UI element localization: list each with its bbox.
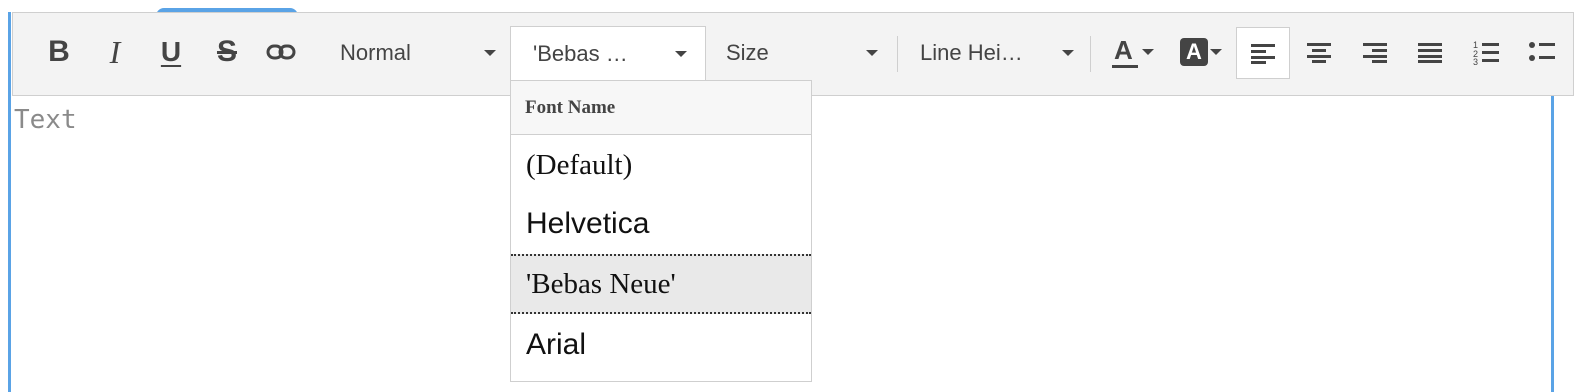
chevron-down-icon	[675, 50, 687, 57]
font-option-helvetica[interactable]: Helvetica	[511, 194, 811, 254]
ordered-list-button[interactable]: 1 2 3	[1462, 26, 1510, 78]
ordered-list-icon: 1 2 3	[1473, 40, 1499, 65]
size-select-label: Size	[726, 40, 769, 65]
line-height-select-label: Line Hei…	[920, 40, 1023, 65]
line-height-select[interactable]: Line Hei…	[920, 26, 1074, 80]
font-color-button[interactable]: A	[1106, 26, 1158, 78]
toolbar-divider	[897, 36, 898, 72]
align-center-button[interactable]	[1294, 26, 1344, 78]
align-right-icon	[1363, 43, 1387, 63]
font-option-default[interactable]: (Default)	[511, 135, 811, 195]
unordered-list-icon	[1529, 42, 1555, 61]
size-select[interactable]: Size	[726, 26, 878, 80]
align-left-icon	[1251, 44, 1275, 64]
underline-button[interactable]: U	[152, 26, 190, 78]
align-center-icon	[1307, 43, 1331, 63]
background-color-button[interactable]: A	[1176, 26, 1226, 78]
font-color-icon: A	[1110, 35, 1140, 69]
font-color-glyph: A	[1114, 35, 1133, 65]
toolbar-divider	[1090, 36, 1091, 72]
link-button[interactable]	[262, 26, 300, 78]
align-left-button[interactable]	[1236, 27, 1290, 79]
font-select-label: 'Bebas …	[533, 40, 628, 66]
bold-button[interactable]: B	[40, 26, 78, 78]
editor-placeholder[interactable]: Text	[14, 105, 77, 135]
align-right-button[interactable]	[1350, 26, 1400, 78]
font-dropdown-header: Font Name	[511, 81, 811, 135]
font-dropdown-menu: Font Name (Default) Helvetica 'Bebas Neu…	[510, 80, 812, 382]
chevron-down-icon	[1210, 49, 1222, 55]
chevron-down-icon	[1142, 49, 1154, 55]
strikethrough-button[interactable]: S	[208, 26, 246, 78]
chevron-down-icon	[866, 50, 878, 56]
background-color-glyph: A	[1186, 39, 1202, 64]
font-option-bebas-neue[interactable]: 'Bebas Neue'	[511, 254, 811, 314]
background-color-icon: A	[1180, 38, 1208, 66]
chevron-down-icon	[484, 50, 496, 56]
font-option-arial[interactable]: Arial	[511, 315, 811, 375]
link-icon	[266, 43, 296, 61]
chevron-down-icon	[1062, 50, 1074, 56]
font-select[interactable]: 'Bebas …	[510, 26, 706, 80]
align-justify-button[interactable]	[1405, 26, 1455, 78]
svg-text:3: 3	[1473, 57, 1478, 65]
format-select-label: Normal	[340, 40, 411, 65]
italic-button[interactable]: I	[96, 26, 134, 78]
align-justify-icon	[1418, 43, 1442, 63]
format-select[interactable]: Normal	[340, 26, 496, 80]
unordered-list-button[interactable]	[1522, 26, 1562, 78]
